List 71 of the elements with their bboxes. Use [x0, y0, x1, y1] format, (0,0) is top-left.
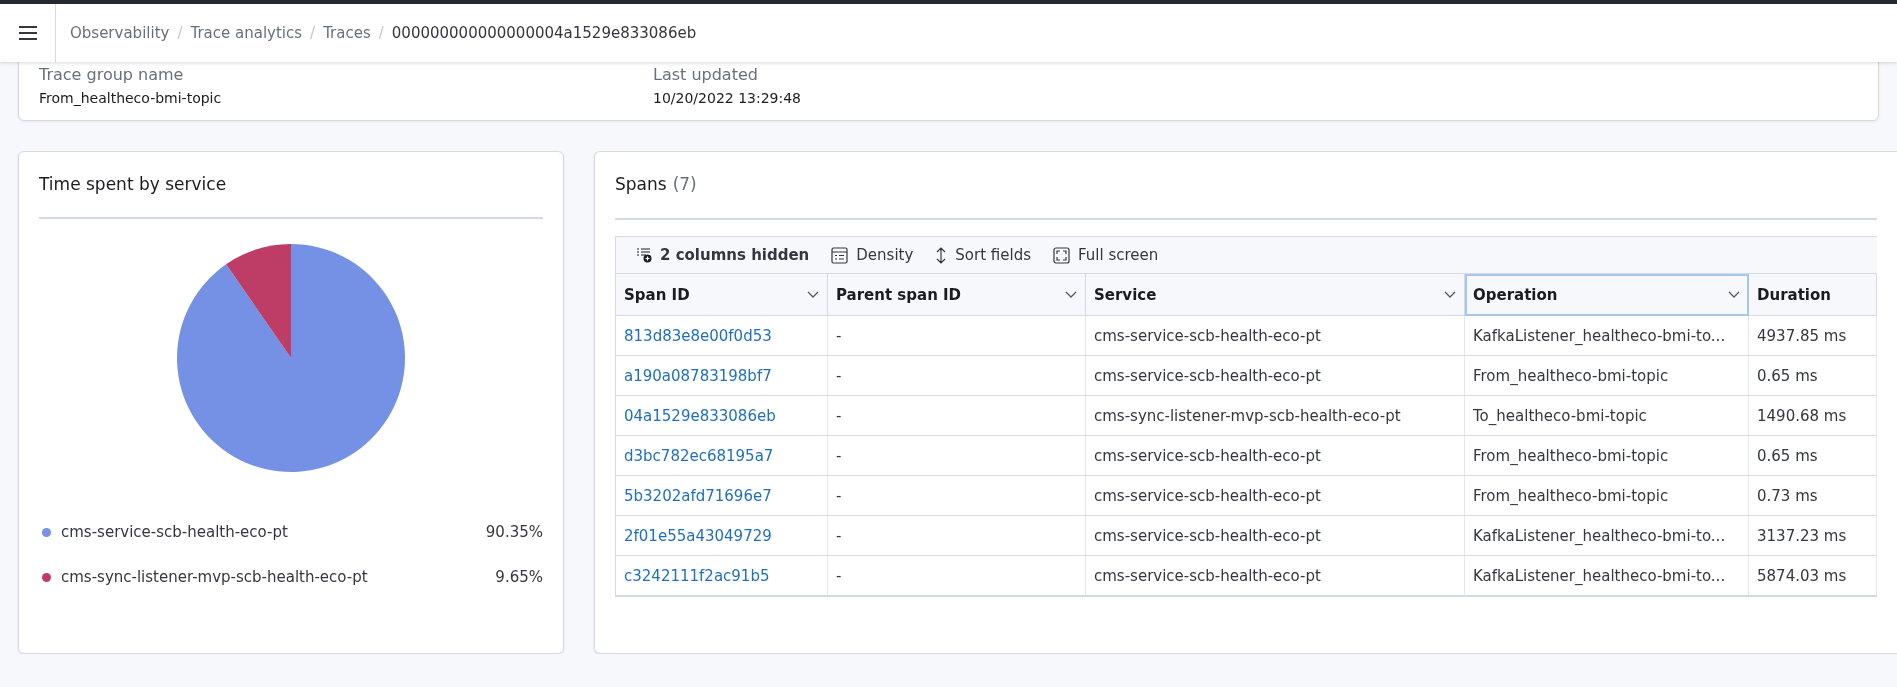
breadcrumb-link[interactable]: Observability — [70, 24, 170, 42]
columns-button[interactable]: 2 columns hidden — [636, 246, 810, 264]
span-id-link[interactable]: c3242111f2ac91b5 — [616, 556, 828, 596]
legend-value: 9.65% — [495, 568, 543, 586]
chevron-down-icon[interactable] — [807, 290, 819, 299]
table-cell: cms-service-scb-health-eco-pt — [1086, 476, 1465, 516]
list-add-icon — [636, 247, 652, 263]
table-cell: From_healtheco-bmi-topic — [1465, 356, 1749, 396]
sort-button[interactable]: Sort fields — [935, 246, 1032, 264]
field-label: Trace group name — [39, 65, 185, 84]
legend-label: cms-sync-listener-mvp-scb-health-eco-pt — [61, 568, 369, 586]
breadcrumb-separator: / — [310, 24, 316, 42]
span-id-link[interactable]: 2f01e55a43049729 — [616, 516, 828, 556]
field-label: Last updated — [653, 65, 759, 84]
span-id-link[interactable]: d3bc782ec68195a7 — [616, 436, 828, 476]
table-cell: - — [828, 316, 1086, 356]
column-header[interactable]: Service — [1086, 274, 1465, 316]
chevron-down-icon[interactable] — [1728, 290, 1740, 299]
breadcrumb-link[interactable]: Traces — [323, 24, 371, 42]
table-cell: - — [828, 556, 1086, 596]
table-cell: 0.73 ms — [1749, 476, 1877, 516]
menu-icon — [18, 26, 37, 40]
panel-title: Spans — [615, 173, 667, 196]
column-header[interactable]: Span ID — [616, 274, 828, 316]
table-cell: From_healtheco-bmi-topic — [1465, 476, 1749, 516]
density-button[interactable]: Density — [831, 246, 914, 264]
span-id-link[interactable]: 04a1529e833086eb — [616, 396, 828, 436]
table-cell: - — [828, 436, 1086, 476]
column-header[interactable]: Operation — [1465, 274, 1749, 316]
span-count: (7) — [672, 173, 697, 196]
chevron-down-icon[interactable] — [1444, 290, 1456, 299]
table-cell: 0.65 ms — [1749, 356, 1877, 396]
column-header[interactable]: Parent span ID — [828, 274, 1086, 316]
breadcrumb-link[interactable]: Trace analytics — [190, 24, 303, 42]
table-cell: To_healtheco-bmi-topic — [1465, 396, 1749, 436]
span-id-link[interactable]: a190a08783198bf7 — [616, 356, 828, 396]
column-header[interactable]: Duration — [1749, 274, 1877, 316]
table-cell: KafkaListener_healtheco-bmi-to... — [1465, 516, 1749, 556]
table-cell: 4937.85 ms — [1749, 316, 1877, 356]
table-cell: cms-service-scb-health-eco-pt — [1086, 556, 1465, 596]
legend-value: 90.35% — [485, 523, 543, 541]
breadcrumb-separator: / — [378, 24, 384, 42]
fullscreen-icon — [1053, 246, 1071, 264]
table-cell: From_healtheco-bmi-topic — [1465, 436, 1749, 476]
table-cell: cms-service-scb-health-eco-pt — [1086, 316, 1465, 356]
fullscreen-button[interactable]: Full screen — [1053, 246, 1159, 264]
field-value: From_healtheco-bmi-topic — [39, 90, 223, 106]
sort-icon — [935, 246, 948, 264]
table-cell: cms-service-scb-health-eco-pt — [1086, 436, 1465, 476]
legend-label: cms-service-scb-health-eco-pt — [61, 523, 289, 541]
table-cell: cms-service-scb-health-eco-pt — [1086, 356, 1465, 396]
table-cell: - — [828, 356, 1086, 396]
table-cell: KafkaListener_healtheco-bmi-to... — [1465, 556, 1749, 596]
chevron-down-icon[interactable] — [1065, 290, 1077, 299]
table-cell: cms-service-scb-health-eco-pt — [1086, 516, 1465, 556]
span-id-link[interactable]: 5b3202afd71696e7 — [616, 476, 828, 516]
table-cell: 1490.68 ms — [1749, 396, 1877, 436]
table-icon — [831, 246, 849, 264]
table-cell: - — [828, 516, 1086, 556]
field-value: 10/20/2022 13:29:48 — [653, 90, 803, 106]
breadcrumb-link[interactable]: 000000000000000004a1529e833086eb — [391, 24, 697, 42]
panel-title: Time spent by service — [39, 173, 227, 196]
table-cell: - — [828, 396, 1086, 436]
table-cell: 3137.23 ms — [1749, 516, 1877, 556]
span-id-link[interactable]: 813d83e8e00f0d53 — [616, 316, 828, 356]
table-cell: 0.65 ms — [1749, 436, 1877, 476]
breadcrumb-separator: / — [177, 24, 183, 42]
table-cell: KafkaListener_healtheco-bmi-to... — [1465, 316, 1749, 356]
table-cell: 5874.03 ms — [1749, 556, 1877, 596]
table-cell: - — [828, 476, 1086, 516]
table-cell: cms-sync-listener-mvp-scb-health-eco-pt — [1086, 396, 1465, 436]
